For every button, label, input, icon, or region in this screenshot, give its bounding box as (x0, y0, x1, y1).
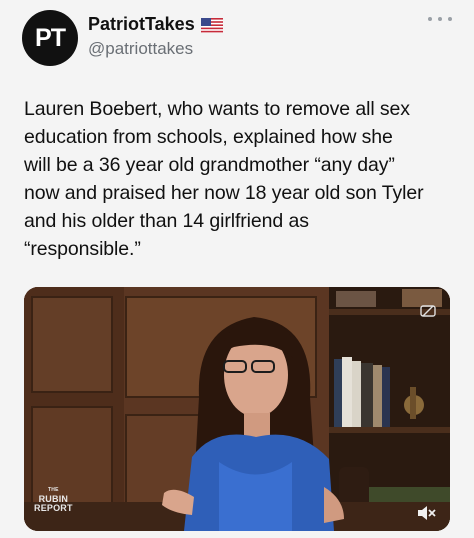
tweet-text: Lauren Boebert, who wants to remove all … (24, 98, 424, 260)
display-name[interactable]: PatriotTakes (88, 14, 195, 35)
video-frame (24, 287, 450, 531)
us-flag-icon (200, 17, 223, 33)
author-names: PatriotTakes @patriottakes (88, 12, 223, 59)
avatar[interactable]: PT (22, 10, 78, 66)
rubin-report-watermark: THE RUBIN REPORT (34, 487, 73, 513)
handle[interactable]: @patriottakes (88, 39, 223, 59)
mute-icon[interactable] (416, 505, 436, 521)
tweet-header: PT PatriotTakes @patriottakes (22, 8, 452, 68)
more-options-icon[interactable] (428, 12, 452, 26)
tweet-media-video[interactable]: THE RUBIN REPORT (24, 287, 450, 531)
display-name-row: PatriotTakes (88, 12, 223, 36)
gif-icon[interactable] (420, 303, 436, 319)
